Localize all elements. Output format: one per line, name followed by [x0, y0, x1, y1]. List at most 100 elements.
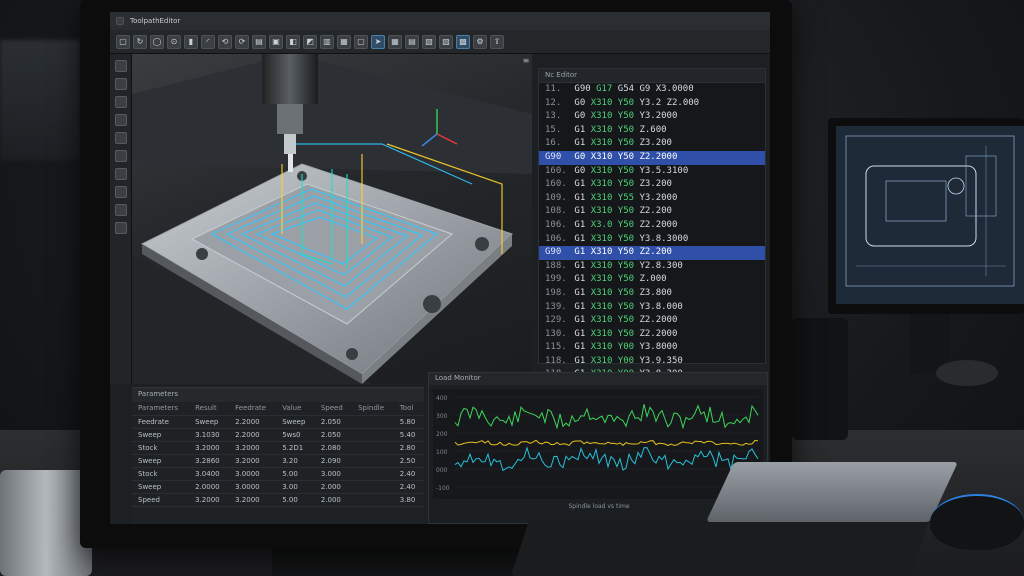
- code-line[interactable]: 160. G0 X310 Y50 Y3.5.3100: [539, 165, 765, 179]
- cursor-icon[interactable]: ➤: [371, 34, 385, 49]
- layout-icon[interactable]: ▤: [405, 34, 419, 49]
- sim-icon[interactable]: ◧: [286, 34, 300, 49]
- code-line[interactable]: 118. G1 X310 Y00 Y3.9.350: [539, 355, 765, 369]
- code-line[interactable]: 130. G1 X310 Y50 Z2.2000: [539, 328, 765, 342]
- coord-code: X310 Y50: [590, 287, 635, 298]
- viewport-menu-icon[interactable]: ≡: [520, 56, 532, 66]
- table-row[interactable]: Stock 3.2000 3.2000 5.2D1 2.080 2.80: [132, 441, 424, 455]
- table-cell: Sweep: [132, 428, 190, 442]
- layers-tool-icon[interactable]: [114, 186, 127, 198]
- code-line[interactable]: 106. G1 X310 Y50 Y3.8.3000: [539, 233, 765, 247]
- coord-code: X310 Y50: [590, 274, 635, 285]
- table-cell: [352, 441, 394, 455]
- table-cell: [352, 428, 394, 442]
- export-icon[interactable]: ⇪: [490, 34, 504, 49]
- line-number: 11.: [545, 84, 562, 94]
- title-bar: ToolpathEditor: [110, 12, 770, 30]
- g-code: G0: [569, 97, 591, 108]
- table-cell: [352, 480, 394, 494]
- table-row[interactable]: Speed 3.2000 3.2000 5.00 2.000 3.80: [132, 493, 424, 507]
- coord-code: X310 Y55: [590, 192, 635, 203]
- display-tool-icon[interactable]: [114, 204, 127, 216]
- table-cell: 2.40: [393, 480, 424, 494]
- code-line[interactable]: 108. G1 X310 Y50 Z2.200: [539, 205, 765, 219]
- table-header-row: Parameters Result Feedrate Value Speed Spindl…: [132, 402, 424, 416]
- code-line[interactable]: 11. G90 G17 G54 G9 X3.0000: [539, 83, 765, 97]
- rotate-cw-icon[interactable]: ⟳: [235, 34, 249, 49]
- code-line[interactable]: G90 G1 X310 Y50 Z2.200: [539, 246, 765, 260]
- select-icon[interactable]: ▦: [337, 34, 351, 49]
- refresh-icon[interactable]: ↻: [133, 34, 147, 49]
- code-line[interactable]: 188. G1 X310 Y50 Y2.8.300: [539, 260, 765, 274]
- select-tool-icon[interactable]: [114, 60, 127, 72]
- code-line[interactable]: 109. G1 X310 Y55 Y3.2000: [539, 192, 765, 206]
- measure-tool-icon[interactable]: [114, 168, 127, 180]
- table-cell: Sweep: [132, 454, 190, 468]
- code-rest: Y3.2000: [634, 192, 678, 203]
- active-tool-icon[interactable]: ▩: [456, 34, 470, 49]
- code-line[interactable]: 12. G0 X310 Y50 Y3.2 Z2.000: [539, 97, 765, 111]
- file-icon[interactable]: ▢: [116, 34, 130, 49]
- 3d-viewport[interactable]: ≡: [132, 54, 532, 384]
- g-code: G1: [569, 315, 591, 326]
- table-cell: Sweep: [132, 480, 190, 494]
- table-row[interactable]: Sweep 3.2860 3.2000 3.20 2.090 2.50: [132, 454, 424, 468]
- nc-code-panel[interactable]: Nc Editor 11. G90 G17 G54 G9 X3.0000 12. …: [538, 68, 766, 379]
- document-icon[interactable]: ▤: [252, 34, 266, 49]
- table-row[interactable]: Stock 3.0400 3.0000 5.00 3.000 2.40: [132, 467, 424, 481]
- section-tool-icon[interactable]: [114, 150, 127, 162]
- table-row[interactable]: Feedrate Sweep 2.2000 Sweep 2.050 5.80: [132, 415, 424, 429]
- code-rest: Z2.2000: [634, 219, 678, 230]
- code-line[interactable]: 16. G1 X310 Y50 Z3.200: [539, 137, 765, 151]
- orbit-tool-icon[interactable]: [114, 78, 127, 90]
- line-number: 106.: [545, 233, 567, 244]
- measure-icon[interactable]: ▨: [439, 34, 453, 49]
- view-icon[interactable]: ◩: [303, 34, 317, 49]
- arc-icon[interactable]: ◜: [201, 34, 215, 49]
- code-line[interactable]: 129. G1 X310 Y50 Z2.2000: [539, 314, 765, 328]
- circle-tool-icon[interactable]: ◯: [150, 34, 164, 49]
- y-tick-label: 000: [436, 467, 448, 474]
- grid-icon[interactable]: ▦: [388, 34, 402, 49]
- code-line[interactable]: 106. G1 X3.0 Y50 Z2.2000: [539, 219, 765, 233]
- g-code: G90: [569, 84, 597, 94]
- tool-icon[interactable]: ⊙: [167, 34, 181, 49]
- signal-graph: 400 300 200 100 000 -100: [433, 389, 763, 499]
- drill-icon[interactable]: ▮: [184, 34, 198, 49]
- line-number: 15.: [545, 124, 562, 135]
- trace-yellow: [454, 439, 759, 447]
- code-rest: Y3.8000: [634, 342, 678, 353]
- rotate-icon[interactable]: ⟲: [218, 34, 232, 49]
- code-line[interactable]: 13. G0 X310 Y50 Y3.2000: [539, 110, 765, 124]
- table-row[interactable]: Sweep 3.1030 2.2000 5ws0 2.050 5.40: [132, 428, 424, 442]
- code-line[interactable]: 160. G1 X310 Y50 Z3.200: [539, 178, 765, 192]
- line-number: 188.: [545, 260, 567, 271]
- cad-drawing: [845, 135, 1015, 287]
- pan-tool-icon[interactable]: [114, 96, 127, 108]
- layer-icon[interactable]: ▥: [320, 34, 334, 49]
- table-cell: [352, 454, 394, 468]
- code-line[interactable]: 15. G1 X310 Y50 Z.600: [539, 124, 765, 138]
- table-cell: 5.00: [276, 467, 315, 481]
- options-tool-icon[interactable]: [114, 222, 127, 234]
- column-header: Spindle: [352, 402, 394, 416]
- line-number: 118.: [545, 355, 567, 366]
- code-line[interactable]: 199. G1 X310 Y50 Z.000: [539, 273, 765, 287]
- zoom-tool-icon[interactable]: [114, 114, 127, 126]
- code-line[interactable]: G90 G0 X310 Y50 Z2.2000: [539, 150, 765, 165]
- table-cell: 3.2000: [189, 441, 230, 455]
- coord-code: X310 Y00: [590, 355, 635, 366]
- y-tick-label: 400: [436, 395, 448, 402]
- fit-tool-icon[interactable]: [114, 132, 127, 144]
- line-number: 130.: [545, 328, 567, 339]
- table-row[interactable]: Sweep 2.0000 3.0000 3.00 2.000 2.40: [132, 480, 424, 494]
- code-line[interactable]: 198. G1 X310 Y50 Z3.800: [539, 287, 765, 301]
- code-line[interactable]: 139. G1 X310 Y50 Y3.8.000: [539, 301, 765, 315]
- code-line[interactable]: 115. G1 X310 Y00 Y3.8000: [539, 341, 765, 355]
- frame-icon[interactable]: ▢: [354, 34, 368, 49]
- settings-icon[interactable]: ⚙: [473, 34, 487, 49]
- table-cell: 2.2000: [229, 428, 277, 442]
- stock-icon[interactable]: ▧: [422, 34, 436, 49]
- line-number: 13.: [545, 111, 562, 122]
- save-icon[interactable]: ▣: [269, 34, 283, 49]
